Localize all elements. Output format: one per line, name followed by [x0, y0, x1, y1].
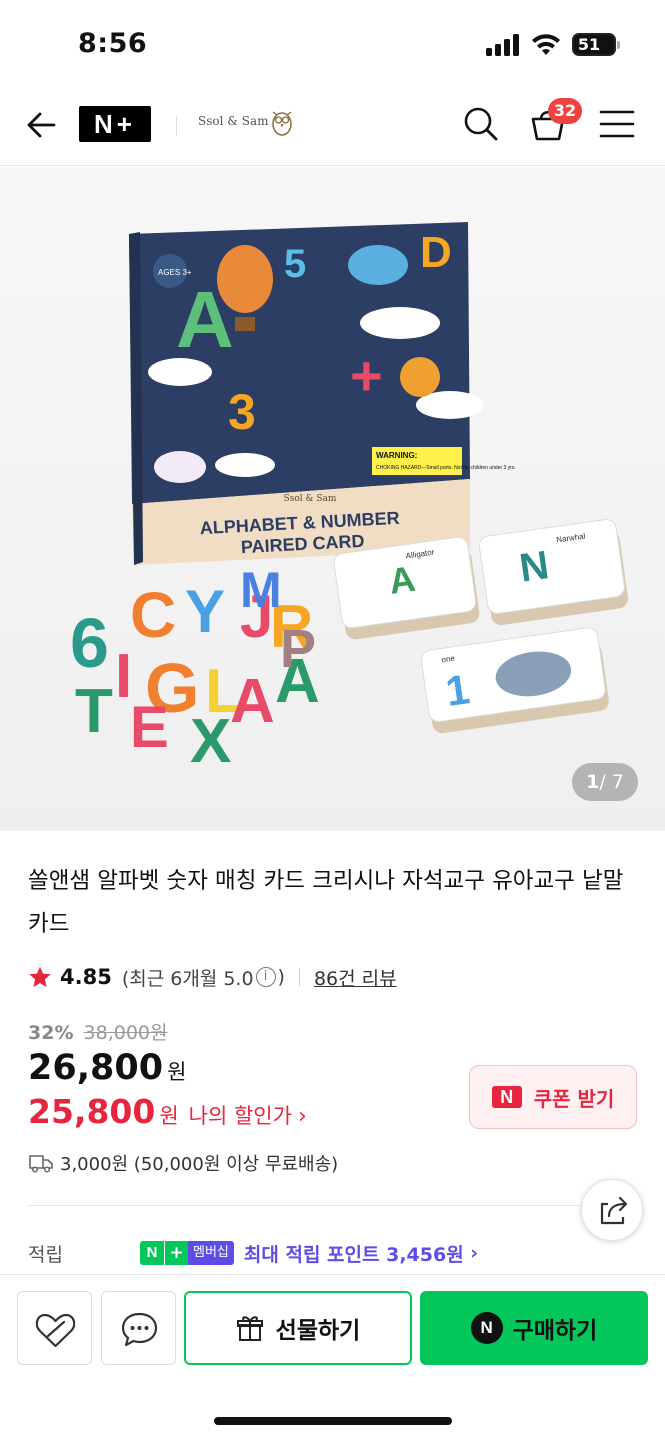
- benefit-unit: 원: [159, 1104, 179, 1128]
- chat-bubble-icon: [121, 1312, 158, 1347]
- owl-logo-icon: [272, 111, 292, 136]
- bottom-action-bar: 선물하기 N 구매하기: [0, 1274, 665, 1440]
- chevron-right-icon: ›: [463, 1242, 479, 1264]
- shipping-text: 3,000원 (50,000원 이상 무료배송): [60, 1154, 339, 1175]
- status-bar: 8:56 51: [0, 0, 665, 88]
- rating-score: 4.85: [60, 965, 112, 989]
- membership-label: 멤버십: [188, 1241, 234, 1265]
- battery-tip: [617, 41, 620, 49]
- price-unit: 원: [167, 1060, 187, 1084]
- rating-separator: [298, 968, 300, 986]
- truck-icon: [29, 1155, 53, 1173]
- naver-plus-logo[interactable]: N+: [79, 106, 151, 142]
- svg-text:6: 6: [70, 604, 109, 682]
- box-brand: Ssol & Sam: [284, 494, 337, 504]
- menu-icon[interactable]: [598, 106, 636, 142]
- image-counter-total: / 7: [599, 771, 624, 793]
- store-name[interactable]: Ssol & Sam: [198, 114, 269, 128]
- svg-text:M: M: [240, 562, 282, 618]
- recent-rating-close: ): [277, 966, 285, 988]
- ages-label: AGES 3+: [158, 268, 192, 277]
- buy-button[interactable]: N 구매하기: [420, 1291, 648, 1365]
- wifi-icon: [532, 34, 560, 55]
- original-price: 38,000원: [83, 1022, 168, 1044]
- discount-row: 32% 38,000원: [28, 1018, 168, 1045]
- svg-text:E: E: [130, 695, 169, 760]
- svg-text:N: N: [517, 543, 552, 591]
- cellular-signal-icon: [486, 34, 519, 56]
- coupon-label: 쿠폰 받기: [533, 1086, 615, 1111]
- svg-text:C: C: [130, 579, 176, 651]
- svg-text:P: P: [280, 619, 316, 679]
- svg-text:Y: Y: [185, 578, 225, 645]
- battery-icon: 51: [572, 33, 616, 56]
- naver-pay-icon: N: [470, 1312, 503, 1344]
- svg-text:5: 5: [284, 242, 306, 286]
- max-points-text: 최대 적립 포인트 3,456원: [243, 1243, 464, 1266]
- gift-icon: [236, 1316, 263, 1341]
- coupon-button[interactable]: N 쿠폰 받기: [469, 1065, 637, 1129]
- search-icon[interactable]: [461, 104, 501, 144]
- points-row[interactable]: 적립 N + 멤버십 최대 적립 포인트 3,456원 ›: [28, 1236, 638, 1270]
- warning-detail: CHOKING HAZARD—Small parts. Not for chil…: [376, 465, 516, 471]
- home-indicator[interactable]: [214, 1417, 452, 1425]
- image-counter-current: 1: [586, 771, 600, 793]
- heart-icon: [35, 1313, 76, 1348]
- share-icon: [600, 1196, 628, 1225]
- price-row: 26,800 원: [28, 1048, 186, 1088]
- recent-rating: (최근 6개월 5.0: [121, 967, 254, 990]
- info-icon[interactable]: i: [255, 967, 276, 987]
- naver-plus-membership-badge: N + 멤버십: [140, 1241, 234, 1265]
- svg-text:X: X: [190, 707, 231, 776]
- benefit-price: 25,800: [28, 1092, 156, 1131]
- product-image-gallery[interactable]: A 3 + 5 D WARNING: CHOKING HAZARD—Small …: [0, 167, 665, 831]
- warning-label: WARNING:: [376, 451, 417, 460]
- logo-divider: [176, 116, 177, 136]
- svg-text:T: T: [75, 677, 113, 746]
- points-label: 적립: [28, 1243, 63, 1266]
- back-arrow-icon[interactable]: [22, 105, 62, 145]
- status-time: 8:56: [78, 28, 148, 59]
- benefit-label: 나의 할인가: [188, 1104, 292, 1128]
- product-photo: A 3 + 5 D WARNING: CHOKING HAZARD—Small …: [0, 167, 665, 831]
- my-discount-price-link[interactable]: 25,800 원 나의 할인가 ›: [28, 1092, 307, 1131]
- product-title: 쏠앤샘 알파벳 숫자 매칭 카드 크리시나 자석교구 유아교구 낱말카드: [28, 868, 624, 937]
- svg-text:D: D: [420, 228, 452, 277]
- share-button[interactable]: [581, 1179, 643, 1241]
- card-label-one: one: [441, 654, 456, 665]
- shipping-info: 3,000원 (50,000원 이상 무료배송): [28, 1150, 338, 1176]
- star-icon: [29, 966, 51, 987]
- buy-label: 구매하기: [512, 1318, 598, 1344]
- naver-n-icon: N: [491, 1086, 522, 1108]
- sale-price: 26,800: [28, 1048, 164, 1088]
- cart-count-badge: 32: [548, 98, 582, 124]
- svg-text:3: 3: [228, 384, 256, 440]
- rating-row: 4.85 (최근 6개월 5.0 i ) 86건 리뷰: [28, 960, 397, 994]
- section-divider: [28, 1205, 638, 1206]
- gift-label: 선물하기: [275, 1318, 361, 1344]
- image-counter: 1/ 7: [572, 763, 638, 801]
- gift-button[interactable]: 선물하기: [184, 1291, 412, 1365]
- wishlist-button[interactable]: [17, 1291, 92, 1365]
- svg-text:+: +: [350, 344, 383, 407]
- review-count-link[interactable]: 86건 리뷰: [314, 964, 397, 991]
- chevron-right-icon: ›: [297, 1104, 307, 1129]
- talk-talk-button[interactable]: [101, 1291, 176, 1365]
- svg-text:A: A: [230, 667, 275, 736]
- battery-level: 51: [577, 35, 601, 54]
- discount-rate: 32%: [28, 1022, 74, 1044]
